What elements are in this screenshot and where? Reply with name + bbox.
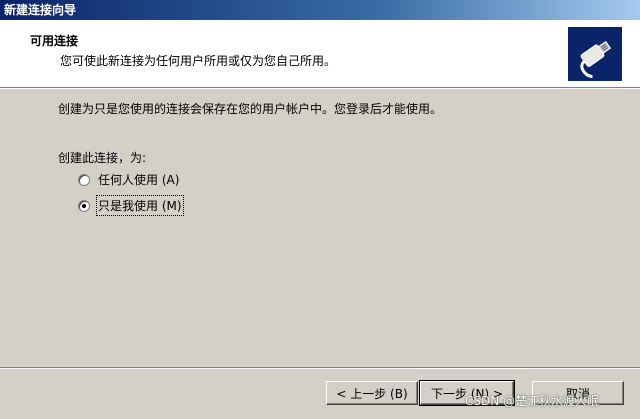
page-subtitle: 您可使此新连接为任何用户所用或仅为您自己所用。 xyxy=(60,54,337,68)
radio-button-only-me[interactable] xyxy=(78,199,90,212)
header-divider xyxy=(0,88,640,89)
radio-option-only-me[interactable]: 只是我使用 (M) xyxy=(78,195,184,216)
network-connection-icon xyxy=(568,27,622,81)
footer-separator xyxy=(0,367,640,369)
back-button[interactable]: < 上一步 (B) xyxy=(326,381,418,405)
watermark-text: CSDN @楚江秋水渡人眠 xyxy=(465,394,600,408)
radio-option-anyone[interactable]: 任何人使用 (A) xyxy=(78,171,179,188)
radio-button-anyone[interactable] xyxy=(78,173,90,186)
window-title: 新建连接向导 xyxy=(4,3,77,17)
create-for-label: 创建此连接，为: xyxy=(58,151,147,165)
page-title: 可用连接 xyxy=(30,34,79,48)
radio-label-anyone[interactable]: 任何人使用 (A) xyxy=(98,171,179,188)
wizard-header: 可用连接 您可使此新连接为任何用户所用或仅为您自己所用。 xyxy=(0,20,640,88)
title-bar: 新建连接向导 xyxy=(0,0,640,20)
connection-description: 创建为只是您使用的连接会保存在您的用户帐户中。您登录后才能使用。 xyxy=(58,102,443,116)
radio-label-only-me[interactable]: 只是我使用 (M) xyxy=(96,195,184,216)
